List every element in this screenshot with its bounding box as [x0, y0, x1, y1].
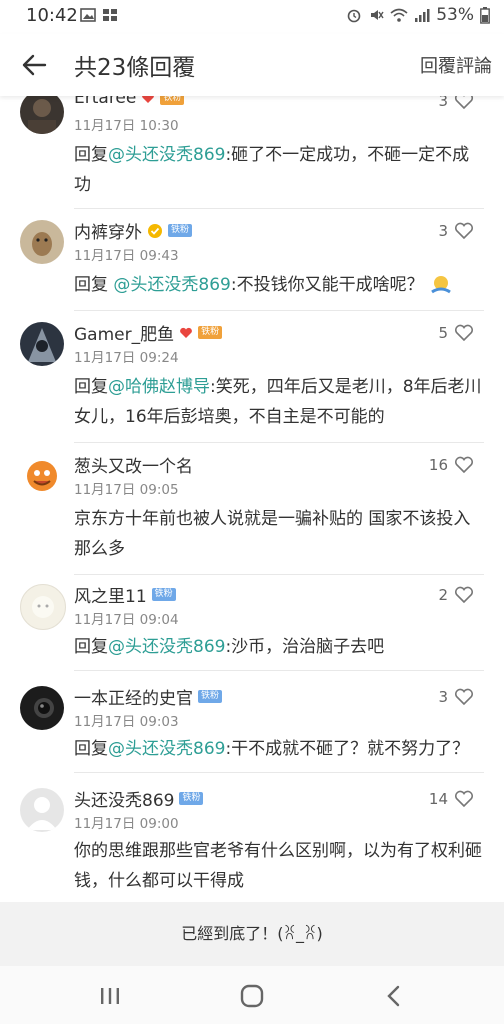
fan-badge: 铁粉 — [168, 224, 193, 237]
comment-time: 11月17日 10:30 — [74, 118, 179, 134]
divider — [74, 772, 484, 773]
emoji-icon — [431, 276, 451, 294]
like-button[interactable]: 3 — [438, 222, 474, 240]
like-count: 2 — [438, 586, 448, 604]
image-notification-icon — [80, 8, 96, 22]
comment-time: 11月17日 09:05 — [74, 482, 179, 498]
avatar[interactable] — [20, 788, 64, 832]
author-name[interactable]: 内裤穿外 — [74, 218, 142, 243]
like-button[interactable]: 2 — [438, 586, 474, 604]
heart-outline-icon[interactable] — [454, 222, 474, 240]
heart-outline-icon[interactable] — [454, 324, 474, 342]
comment-time: 11月17日 09:00 — [74, 816, 179, 832]
comment-text: 回复@哈佛赵博导:笑死，四年后又是老川，8年后老川女儿，16年后彭培奥，不自主是… — [74, 377, 482, 427]
comment-author[interactable]: 葱头又改一个名 — [74, 452, 193, 477]
signal-icon — [415, 9, 430, 22]
verified-icon — [148, 223, 162, 238]
arrow-left-icon[interactable] — [20, 50, 50, 80]
like-count: 16 — [428, 456, 448, 474]
comment-author[interactable]: 风之里11 铁粉 — [74, 582, 176, 607]
fan-badge: 铁粉 — [179, 792, 204, 805]
home-icon[interactable] — [238, 982, 266, 1010]
fan-badge: 铁粉 — [160, 96, 185, 105]
avatar[interactable] — [20, 96, 64, 134]
comment-author[interactable]: 内裤穿外 铁粉 — [74, 218, 193, 243]
comment-text: 回复@头还没秃869:砸了不一定成功，不砸一定不成功 — [74, 145, 470, 195]
like-count: 5 — [438, 324, 448, 342]
author-name[interactable]: 一本正经的史官 — [74, 684, 193, 709]
heart-outline-icon[interactable] — [454, 586, 474, 604]
like-button[interactable]: 3 — [438, 96, 474, 110]
comment-text: 回复@头还没秃869:沙币，治治脑子去吧 — [74, 637, 385, 657]
comment-text: 你的思维跟那些官老爷有什么区别啊，以为有了权利砸钱，什么都可以干得成 — [74, 841, 482, 891]
heart-outline-icon[interactable] — [454, 96, 474, 110]
divider — [74, 442, 484, 443]
end-of-list: 已經到底了！(ꐦ_ꐦ) — [0, 902, 504, 966]
comment-time: 11月17日 09:04 — [74, 612, 179, 628]
divider — [74, 310, 484, 311]
divider — [74, 208, 484, 209]
reply-comment-button[interactable]: 回覆評論 — [420, 52, 492, 78]
comment-time: 11月17日 09:03 — [74, 714, 179, 730]
mute-icon — [371, 10, 384, 20]
mention-link[interactable]: @哈佛赵博导 — [108, 377, 210, 397]
like-count: 3 — [438, 688, 448, 706]
app-header: 共23條回覆 回覆評論 — [0, 34, 504, 96]
comment-text: 回复@头还没秃869:干不成就不砸了？就不努力了？ — [74, 739, 470, 759]
heart-outline-icon[interactable] — [454, 790, 474, 808]
wifi-icon — [390, 8, 408, 22]
avatar[interactable] — [20, 584, 66, 630]
comment-time: 11月17日 09:24 — [74, 350, 179, 366]
mention-link[interactable]: @头还没秃869 — [108, 637, 225, 657]
page-title: 共23條回覆 — [74, 55, 196, 81]
like-button[interactable]: 14 — [429, 790, 474, 808]
like-button[interactable]: 16 — [429, 456, 474, 474]
status-time: 10:42 — [26, 5, 78, 26]
status-right: 53% — [346, 5, 490, 25]
like-count: 3 — [438, 222, 448, 240]
like-count: 3 — [438, 96, 448, 110]
fan-badge: 铁粉 — [198, 690, 223, 703]
author-name[interactable]: 葱头又改一个名 — [74, 452, 193, 477]
avatar[interactable] — [20, 220, 64, 264]
fan-badge: 铁粉 — [151, 588, 176, 601]
recent-apps-icon[interactable] — [96, 982, 124, 1010]
battery-percent: 53% — [436, 5, 474, 25]
heart-outline-icon[interactable] — [454, 688, 474, 706]
divider — [74, 670, 484, 671]
system-nav-bar — [0, 966, 504, 1024]
mention-link[interactable]: @头还没秃869 — [108, 145, 225, 165]
author-name[interactable]: 风之里11 — [74, 582, 147, 607]
heart-outline-icon[interactable] — [454, 456, 474, 474]
avatar[interactable] — [20, 322, 64, 366]
fan-heart-icon — [180, 327, 192, 338]
status-bar: 10:42 53% — [0, 0, 504, 34]
fan-badge: 铁粉 — [198, 326, 223, 339]
comment-author[interactable]: 头还没秃869 铁粉 — [74, 786, 204, 811]
comment-author[interactable]: Gamer_肥鱼 铁粉 — [74, 320, 223, 345]
comment-text: 京东方十年前也被人说就是一骗补贴的 国家不该投入那么多 — [74, 509, 471, 559]
comment-author[interactable]: Ertaree 铁粉 — [74, 96, 185, 108]
author-name[interactable]: Ertaree — [74, 96, 136, 108]
author-name[interactable]: 头还没秃869 — [74, 786, 174, 811]
like-count: 14 — [428, 790, 448, 808]
alarm-icon — [347, 9, 361, 23]
fan-heart-icon — [142, 96, 155, 103]
comment-text: 回复 @头还没秃869:不投钱你又能干成啥呢？ — [74, 270, 484, 300]
mention-link[interactable]: @头还没秃869 — [108, 739, 225, 759]
comment-author[interactable]: 一本正经的史官 铁粉 — [74, 684, 223, 709]
comment-list: Ertaree 铁粉 11月17日 10:30 3 回复@头还没秃869:砸了不… — [0, 96, 504, 902]
like-button[interactable]: 3 — [438, 688, 474, 706]
avatar[interactable] — [20, 686, 64, 730]
like-button[interactable]: 5 — [438, 324, 474, 342]
author-name[interactable]: Gamer_肥鱼 — [74, 320, 174, 345]
battery-icon — [480, 6, 490, 24]
grid-notification-icon — [103, 9, 117, 21]
comment-time: 11月17日 09:43 — [74, 248, 179, 264]
back-nav-icon[interactable] — [380, 982, 408, 1010]
mention-link[interactable]: @头还没秃869 — [113, 275, 230, 295]
divider — [74, 574, 484, 575]
avatar[interactable] — [20, 454, 64, 498]
